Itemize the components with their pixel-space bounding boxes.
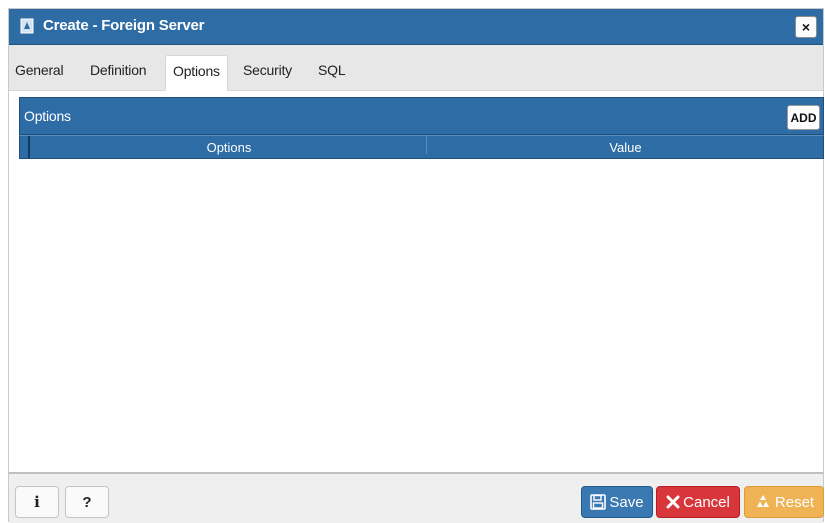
- cancel-label: Cancel: [683, 493, 730, 511]
- add-button[interactable]: ADD: [787, 105, 820, 130]
- column-header-options[interactable]: Options: [32, 136, 427, 155]
- info-icon: i: [34, 493, 40, 511]
- close-button[interactable]: ×: [795, 16, 817, 38]
- tab-general[interactable]: General: [15, 62, 64, 78]
- options-grid-header: Options Value: [19, 135, 824, 159]
- close-icon: ×: [801, 19, 811, 35]
- column-header-value[interactable]: Value: [428, 140, 823, 155]
- help-icon: ?: [82, 493, 92, 511]
- options-panel-header: Options ADD: [19, 97, 824, 135]
- help-button[interactable]: ?: [65, 486, 109, 518]
- dialog-titlebar[interactable]: Create - Foreign Server ×: [9, 9, 823, 45]
- options-panel: Options ADD Options Value: [19, 97, 824, 167]
- floppy-disk-icon: [590, 494, 607, 510]
- options-panel-title: Options: [24, 108, 71, 124]
- reset-label: Reset: [774, 493, 815, 511]
- recycle-icon: [754, 493, 772, 511]
- save-button[interactable]: Save: [581, 486, 653, 518]
- foreign-server-icon: [20, 18, 34, 34]
- dialog-footer: i ? Save Cancel Reset: [9, 472, 824, 523]
- cancel-button[interactable]: Cancel: [656, 486, 740, 518]
- create-foreign-server-dialog: Create - Foreign Server × General Defini…: [8, 8, 824, 523]
- tab-definition[interactable]: Definition: [90, 62, 147, 78]
- grid-gutter: [28, 136, 31, 158]
- save-label: Save: [609, 493, 644, 511]
- x-mark-icon: [666, 495, 680, 509]
- tab-options[interactable]: Options: [165, 55, 228, 91]
- tab-security[interactable]: Security: [243, 62, 292, 78]
- info-button[interactable]: i: [15, 486, 59, 518]
- reset-button[interactable]: Reset: [744, 486, 824, 518]
- tab-bar: General Definition Options Security SQL: [9, 45, 823, 91]
- tab-sql[interactable]: SQL: [318, 62, 346, 78]
- dialog-title: Create - Foreign Server: [43, 17, 205, 34]
